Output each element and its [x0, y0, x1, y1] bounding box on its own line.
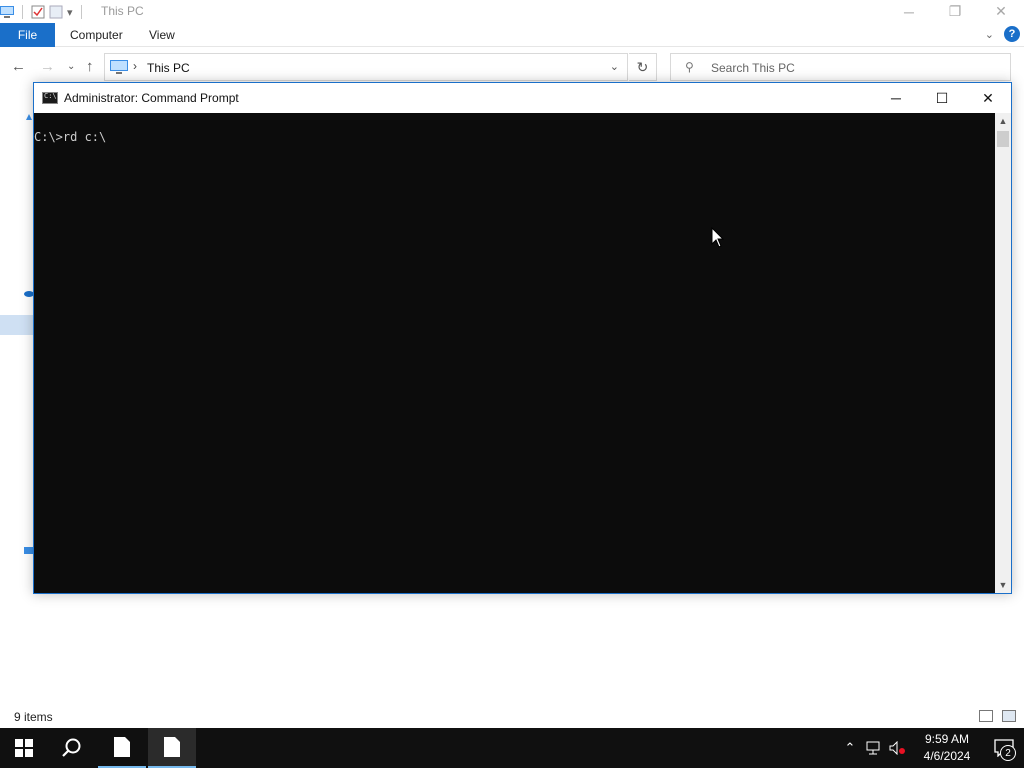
- explorer-title: This PC: [101, 4, 144, 18]
- breadcrumb[interactable]: This PC: [147, 61, 190, 75]
- close-icon: ✕: [995, 3, 1007, 19]
- cmd-titlebar[interactable]: C:\ Administrator: Command Prompt ─ ☐ ✕: [34, 83, 1011, 113]
- this-pc-icon: [110, 60, 128, 74]
- customize-toolbar-icon[interactable]: ▾: [67, 6, 73, 19]
- volume-muted-icon[interactable]: [886, 728, 910, 768]
- address-bar-row: ← → ⌄ ↑ › This PC ⌄ ↻ ⚲ Search This PC: [0, 52, 1024, 82]
- quick-access-toolbar: ▾: [0, 3, 86, 21]
- clock[interactable]: 9:59 AM 4/6/2024: [910, 731, 984, 765]
- minimize-icon: ─: [891, 90, 901, 106]
- document-icon: [114, 737, 130, 757]
- toolbar-divider: [80, 5, 82, 19]
- status-bar: 9 items: [0, 706, 1024, 728]
- tab-computer[interactable]: Computer: [70, 28, 123, 42]
- cmd-title: Administrator: Command Prompt: [64, 91, 239, 105]
- search-icon: [62, 738, 81, 757]
- close-icon: ✕: [982, 89, 994, 106]
- minimize-button[interactable]: ─: [886, 0, 932, 23]
- taskbar: ⌃ 9:59 AM 4/6/2024 2: [0, 728, 1024, 768]
- restore-icon: ❐: [948, 3, 962, 19]
- search-input[interactable]: ⚲ Search This PC: [670, 53, 1011, 81]
- console-command-line: C:\>rd c:\: [34, 130, 107, 144]
- restore-button[interactable]: ❐: [932, 0, 978, 23]
- cmd-caption-buttons: ─ ☐ ✕: [873, 83, 1011, 113]
- explorer-titlebar: ▾ This PC ─ ❐ ✕: [0, 0, 1024, 23]
- explorer-caption-buttons: ─ ❐ ✕: [886, 0, 1024, 23]
- notification-badge: 2: [1000, 745, 1016, 761]
- search-icon: ⚲: [685, 60, 694, 74]
- scroll-down-icon[interactable]: ▼: [995, 577, 1011, 593]
- vertical-scrollbar[interactable]: ▲ ▼: [995, 113, 1011, 593]
- forward-arrow-icon[interactable]: →: [40, 58, 55, 75]
- tab-view[interactable]: View: [149, 28, 175, 42]
- ribbon-tabs: File Computer View ⌄ ?: [0, 23, 1024, 47]
- console-output[interactable]: C:\>rd c:\: [34, 113, 995, 593]
- toolbar-divider: [22, 5, 23, 19]
- system-tray: ⌃ 9:59 AM 4/6/2024 2: [838, 728, 1024, 768]
- action-center-button[interactable]: 2: [984, 728, 1024, 768]
- tab-file[interactable]: File: [0, 23, 55, 47]
- mouse-cursor-icon: [711, 227, 725, 248]
- minimize-icon: ─: [904, 3, 914, 20]
- windows-logo-icon: [15, 739, 33, 757]
- taskbar-app-1[interactable]: [98, 728, 146, 768]
- help-icon[interactable]: ?: [1004, 26, 1020, 42]
- computer-icon[interactable]: [0, 5, 14, 19]
- cmd-maximize-button[interactable]: ☐: [919, 83, 965, 113]
- expand-ribbon-icon[interactable]: ⌄: [985, 28, 994, 41]
- address-bar[interactable]: › This PC ⌄: [104, 53, 628, 81]
- taskbar-app-2[interactable]: [148, 728, 196, 768]
- network-icon[interactable]: [862, 728, 886, 768]
- clock-time: 9:59 AM: [924, 732, 970, 746]
- chevron-up-icon[interactable]: ⌃: [838, 728, 862, 768]
- document-icon: [164, 737, 180, 757]
- refresh-button[interactable]: ↻: [629, 53, 657, 81]
- item-count: 9 items: [14, 710, 53, 724]
- cmd-minimize-button[interactable]: ─: [873, 83, 919, 113]
- details-view-icon[interactable]: [979, 710, 993, 722]
- clock-date: 4/6/2024: [923, 749, 971, 763]
- up-arrow-icon[interactable]: ↑: [86, 58, 94, 75]
- command-prompt-icon[interactable]: C:\: [42, 92, 58, 104]
- properties-icon[interactable]: [31, 5, 45, 19]
- cmd-close-button[interactable]: ✕: [965, 83, 1011, 113]
- scrollbar-thumb[interactable]: [997, 131, 1009, 147]
- refresh-icon: ↻: [636, 58, 649, 75]
- taskbar-search-button[interactable]: [48, 728, 96, 768]
- large-icons-view-icon[interactable]: [1002, 710, 1016, 722]
- close-button[interactable]: ✕: [978, 0, 1024, 23]
- maximize-icon: ☐: [935, 89, 949, 106]
- breadcrumb-separator[interactable]: ›: [133, 59, 137, 73]
- search-placeholder: Search This PC: [711, 61, 795, 75]
- recent-locations-icon[interactable]: ⌄: [67, 61, 75, 72]
- start-button[interactable]: [0, 728, 48, 768]
- back-arrow-icon[interactable]: ←: [11, 58, 26, 75]
- chevron-down-icon[interactable]: ⌄: [610, 60, 619, 73]
- ribbon-controls: ⌄ ?: [985, 26, 1020, 42]
- command-prompt-window: C:\ Administrator: Command Prompt ─ ☐ ✕ …: [33, 82, 1012, 594]
- new-folder-icon[interactable]: [49, 5, 63, 19]
- scroll-up-icon[interactable]: ▲: [995, 113, 1011, 129]
